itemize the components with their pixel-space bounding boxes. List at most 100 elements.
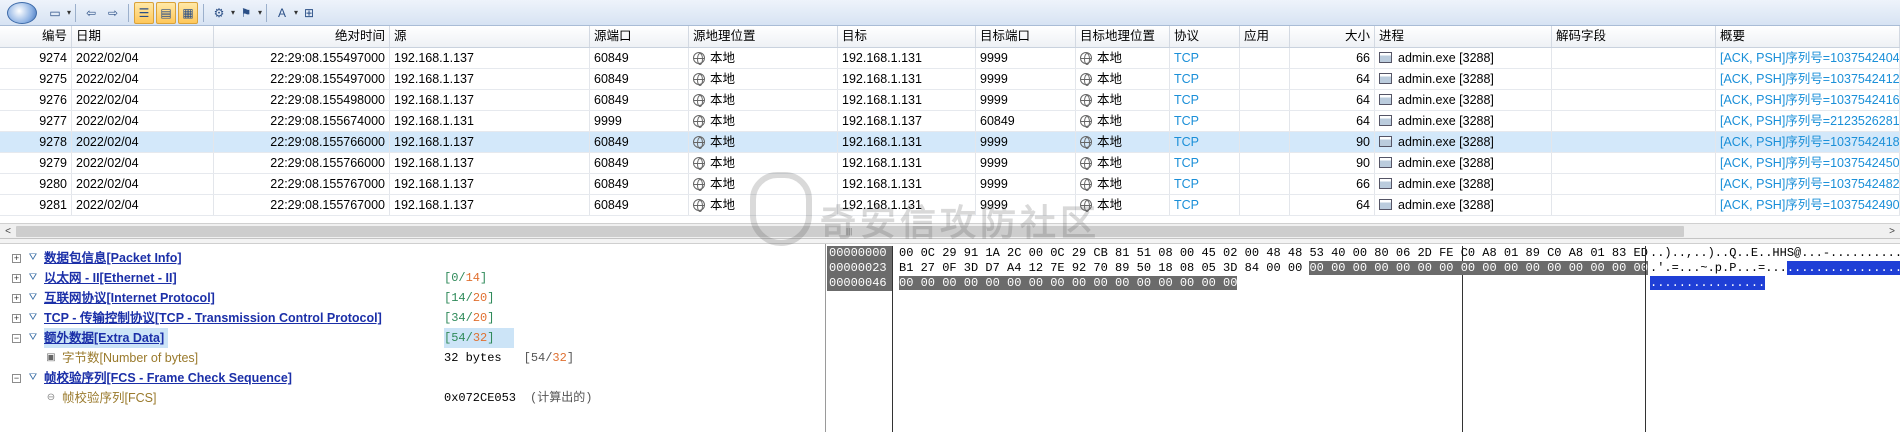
process-text: admin.exe [3288]: [1398, 93, 1494, 107]
collapse-icon[interactable]: −: [12, 334, 21, 343]
expand-icon[interactable]: +: [12, 274, 21, 283]
process-text: admin.exe [3288]: [1398, 156, 1494, 170]
cell-destination-geo: 本地: [1076, 90, 1170, 110]
table-row[interactable]: 9276 2022/02/04 22:29:08.155498000 192.168.…: [0, 90, 1900, 111]
ascii-line: ..)..,..)..Q..E..HHS@...-...........: [1646, 246, 1900, 261]
cell-number: 9275: [0, 69, 72, 89]
ascii-view[interactable]: ..)..,..)..Q..E..HHS@...-........... .'.…: [1645, 246, 1900, 432]
cell-application: [1240, 48, 1290, 68]
cell-size: 64: [1290, 111, 1375, 131]
tree-item-fcs-section[interactable]: − ⛛ 帧校验序列[FCS - Frame Check Sequence]: [0, 368, 825, 388]
table-row[interactable]: 9274 2022/02/04 22:29:08.155497000 192.168.…: [0, 48, 1900, 69]
column-header[interactable]: 编号: [0, 26, 72, 47]
cell-destination: 192.168.1.131: [838, 69, 976, 89]
scrollbar-thumb[interactable]: |||: [16, 226, 1684, 237]
node-icon: ⛛: [28, 312, 38, 323]
hex-line: 00 0C 29 91 1A 2C 00 0C 29 CB 81 51 08 0…: [899, 246, 1648, 260]
cell-size: 64: [1290, 69, 1375, 89]
field-icon: ▣: [46, 352, 56, 363]
column-header[interactable]: 应用: [1240, 26, 1290, 47]
table-row[interactable]: 9275 2022/02/04 22:29:08.155497000 192.168.…: [0, 69, 1900, 90]
cell-destination-geo: 本地: [1076, 132, 1170, 152]
geo-text: 本地: [710, 135, 736, 149]
field-value-text: 0x072CE053: [444, 391, 517, 405]
cell-destination-port: 9999: [976, 69, 1076, 89]
node-icon: ⛛: [28, 292, 38, 303]
detail-view-icon[interactable]: ▤: [156, 1, 177, 24]
cell-source: 192.168.1.137: [390, 69, 590, 89]
globe-icon: [693, 94, 705, 107]
column-header[interactable]: 源: [390, 26, 590, 47]
cell-decode: [1552, 195, 1716, 215]
globe-icon: [693, 136, 705, 149]
cell-source-port: 60849: [590, 195, 689, 215]
cell-decode: [1552, 48, 1716, 68]
filter-dropdown-arrow[interactable]: ▾: [258, 8, 262, 17]
column-header[interactable]: 源地理位置: [689, 26, 838, 47]
hex-bytes[interactable]: 00 0C 29 91 1A 2C 00 0C 29 CB 81 51 08 0…: [899, 246, 1648, 432]
tree-item-packet-info[interactable]: + ⛛ 数据包信息[Packet Info]: [0, 248, 825, 268]
back-icon[interactable]: ⇦: [81, 2, 101, 24]
app-logo-icon[interactable]: [0, 0, 44, 26]
settings-dropdown-arrow[interactable]: ▾: [231, 8, 235, 17]
globe-icon: [1080, 178, 1092, 191]
list-view-icon[interactable]: ☰: [134, 1, 155, 24]
column-header[interactable]: 大小: [1290, 26, 1375, 47]
table-row[interactable]: 9277 2022/02/04 22:29:08.155674000 192.168.…: [0, 111, 1900, 132]
forward-icon[interactable]: ⇨: [103, 2, 123, 24]
toolbar-separator: [128, 3, 130, 22]
range-length: 20: [472, 311, 488, 325]
filter-icon[interactable]: ⚑: [236, 2, 256, 24]
geo-text: 本地: [710, 51, 736, 65]
column-header[interactable]: 目标地理位置: [1076, 26, 1170, 47]
collapse-icon[interactable]: −: [12, 374, 21, 383]
tree-item-ethernet[interactable]: + ⛛ 以太网 - II[Ethernet - II] [0/14]: [0, 268, 825, 288]
hex-view[interactable]: 00000000 00000023 00000046 00 0C 29 91 1…: [827, 244, 1900, 432]
expand-icon[interactable]: +: [12, 254, 21, 263]
table-row[interactable]: 9280 2022/02/04 22:29:08.155767000 192.168.…: [0, 174, 1900, 195]
column-header[interactable]: 绝对时间: [214, 26, 390, 47]
toolbar-separator: [266, 3, 268, 22]
node-icon: ⛛: [28, 372, 38, 383]
table-row[interactable]: 9279 2022/02/04 22:29:08.155766000 192.168.…: [0, 153, 1900, 174]
scroll-right-icon[interactable]: >: [1884, 224, 1900, 239]
tree-item-extra-data[interactable]: − ⛛ 额外数据[Extra Data] [54/32]: [0, 328, 825, 348]
cell-source-geo: 本地: [689, 111, 838, 131]
cell-source: 192.168.1.137: [390, 48, 590, 68]
text-icon[interactable]: A: [272, 2, 292, 24]
toolbar-separator: [203, 3, 205, 22]
cell-source-geo: 本地: [689, 132, 838, 152]
column-header[interactable]: 概要: [1716, 26, 1900, 47]
expand-icon[interactable]: +: [12, 294, 21, 303]
column-header[interactable]: 解码字段: [1552, 26, 1716, 47]
settings-icon[interactable]: ⚙: [209, 2, 229, 24]
tree-item-fcs[interactable]: ⊖ 帧校验序列[FCS] 0x072CE053 (计算出的): [0, 388, 825, 408]
expand-icon[interactable]: +: [12, 314, 21, 323]
column-header[interactable]: 目标: [838, 26, 976, 47]
column-header[interactable]: 日期: [72, 26, 214, 47]
column-header[interactable]: 进程: [1375, 26, 1552, 47]
save-dropdown-arrow[interactable]: ▾: [67, 8, 71, 17]
column-header[interactable]: 源端口: [590, 26, 689, 47]
cell-time: 22:29:08.155766000: [214, 153, 390, 173]
range-offset: 54: [451, 331, 466, 345]
hex-view-icon[interactable]: ▦: [178, 1, 199, 24]
cell-process: admin.exe [3288]: [1375, 90, 1552, 110]
tree-item-tcp[interactable]: + ⛛ TCP - 传输控制协议[TCP - Transmission Cont…: [0, 308, 825, 328]
text-dropdown-arrow[interactable]: ▾: [294, 8, 298, 17]
column-header[interactable]: 目标端口: [976, 26, 1076, 47]
column-header[interactable]: 协议: [1170, 26, 1240, 47]
scroll-left-icon[interactable]: <: [0, 224, 16, 239]
table-row[interactable]: 9278 2022/02/04 22:29:08.155766000 192.168.…: [0, 132, 1900, 153]
hex-offset: 00000046: [827, 276, 892, 291]
tree-item-byte-count[interactable]: ▣ 字节数[Number of bytes] 32 bytes [54/32]: [0, 348, 825, 368]
cell-application: [1240, 195, 1290, 215]
save-icon[interactable]: ▭: [45, 2, 65, 24]
table-row[interactable]: 9281 2022/02/04 22:29:08.155767000 192.168.…: [0, 195, 1900, 216]
tree-item-ip[interactable]: + ⛛ 互联网协议[Internet Protocol] [14/20]: [0, 288, 825, 308]
export-icon[interactable]: ⊞: [299, 2, 319, 24]
cell-number: 9281: [0, 195, 72, 215]
cell-source: 192.168.1.137: [390, 90, 590, 110]
process-icon: [1379, 157, 1392, 168]
horizontal-scrollbar[interactable]: < ||| >: [0, 223, 1900, 239]
